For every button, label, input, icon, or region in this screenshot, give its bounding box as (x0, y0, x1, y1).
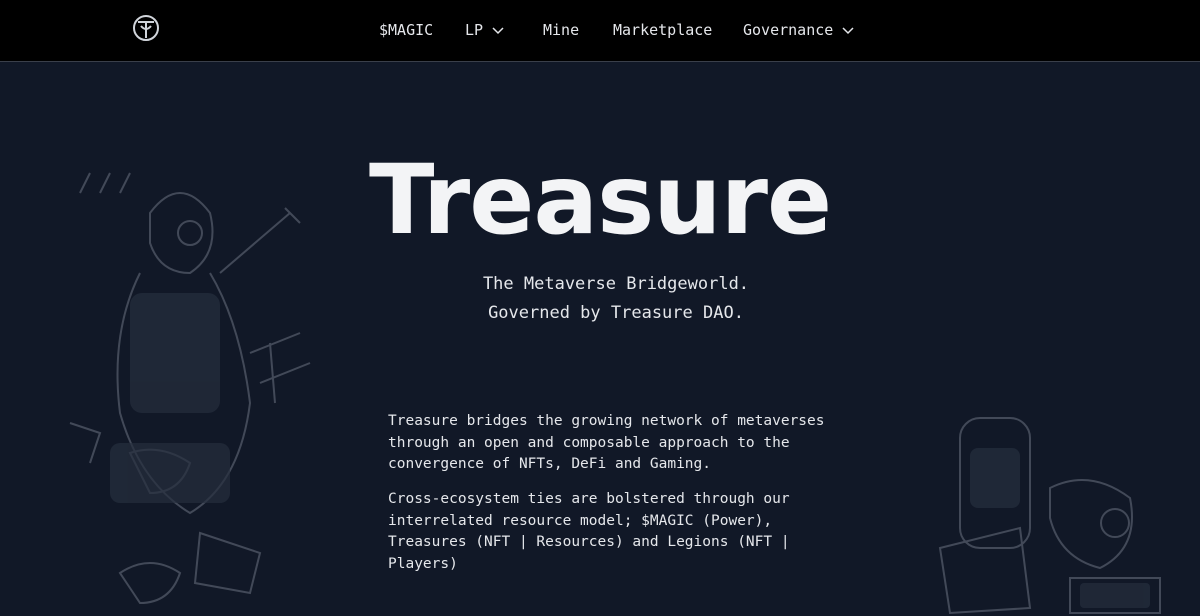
nav-item-magic[interactable]: $MAGIC (379, 20, 433, 40)
hero-section: Treasure The Metaverse Bridgeworld. Gove… (0, 63, 1200, 616)
nav-item-mine[interactable]: Mine (543, 20, 579, 40)
hero-subtitle-line: Governed by Treasure DAO. (488, 303, 744, 323)
chevron-down-icon (492, 27, 504, 35)
intro-paragraph: Treasure bridges the growing network of … (388, 413, 825, 472)
hero-title: Treasure (368, 144, 832, 256)
hero-subtitle: The Metaverse Bridgeworld. Governed by T… (0, 270, 1200, 328)
main-nav: $MAGIC LP Mine Marketplace Governance (0, 0, 1200, 60)
nav-item-label: LP (465, 21, 484, 39)
nav-item-lp[interactable]: LP (465, 20, 505, 40)
nav-item-label: Marketplace (613, 21, 713, 39)
nav-item-label: $MAGIC (379, 21, 434, 39)
chevron-down-icon (842, 27, 854, 35)
nav-item-label: Mine (543, 21, 580, 39)
nav-item-label: Governance (743, 21, 834, 39)
hero-subtitle-line: The Metaverse Bridgeworld. (482, 274, 750, 294)
resource-model-paragraph: Cross-ecosystem ties are bolstered throu… (388, 491, 790, 572)
nav-item-marketplace[interactable]: Marketplace (613, 20, 712, 40)
legion-crowd-artwork (938, 417, 1161, 615)
nav-item-governance[interactable]: Governance (743, 20, 855, 40)
top-navigation-bar: $MAGIC LP Mine Marketplace Governance (0, 0, 1200, 62)
